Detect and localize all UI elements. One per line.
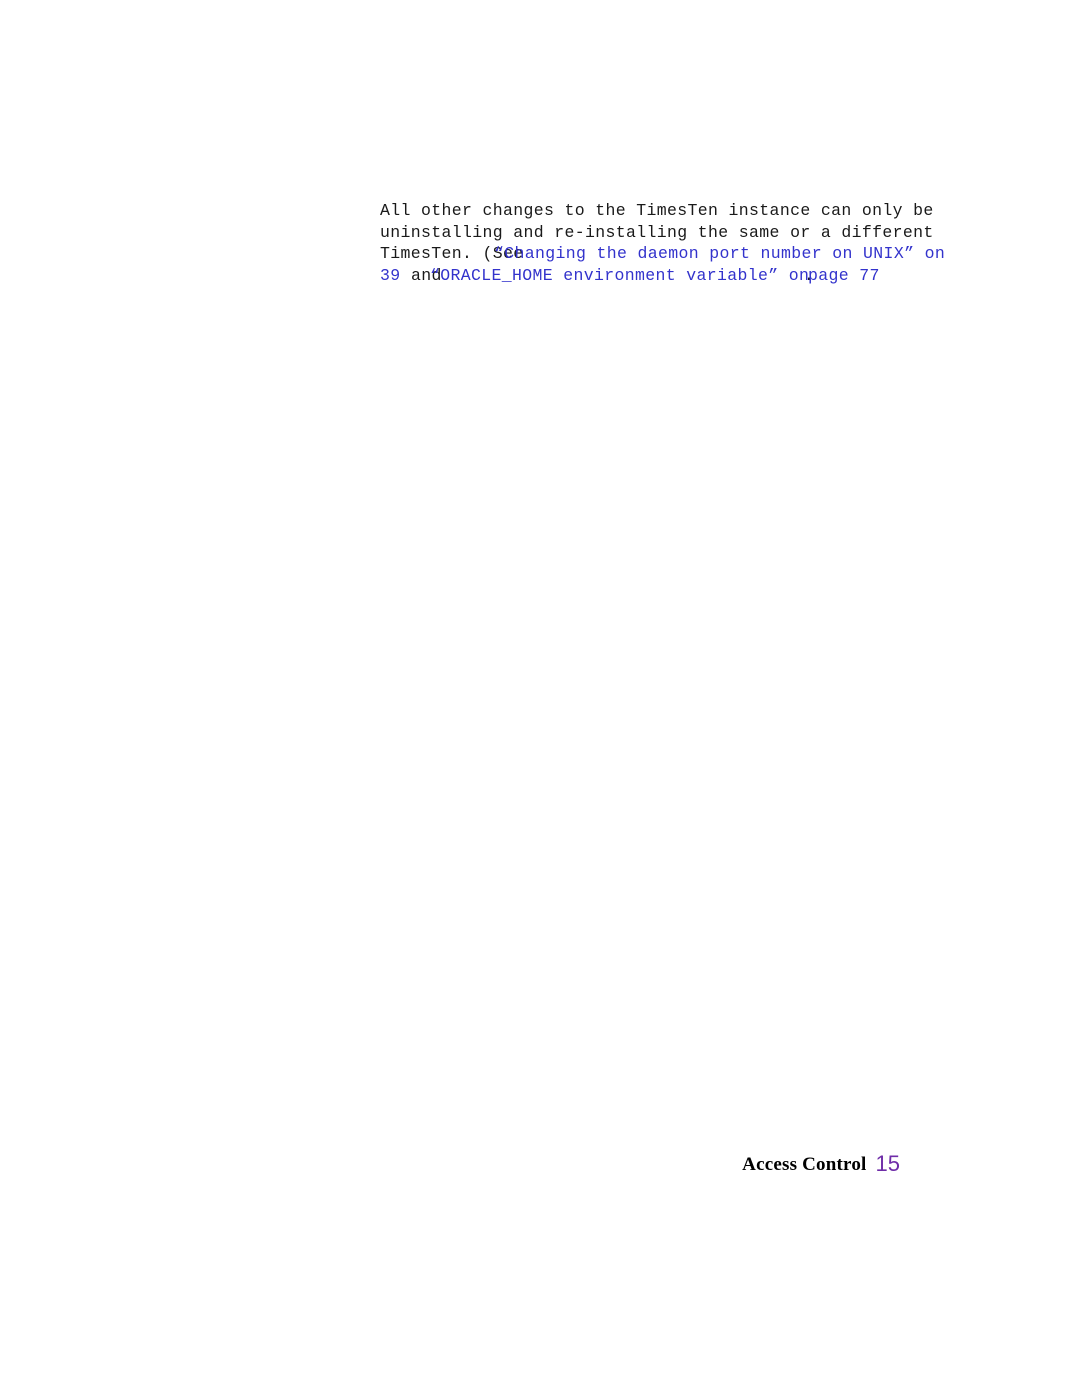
text-line-3: TimesTen. (See “Changing the daemon port…: [380, 243, 960, 265]
cross-reference-link[interactable]: “Changing the daemon port number on UNIX…: [494, 243, 945, 265]
body-text-run: All other changes to the TimesTen instan…: [380, 201, 934, 220]
body-paragraph: All other changes to the TimesTen instan…: [380, 200, 960, 286]
text-line-2: uninstalling and re-installing the same …: [380, 222, 960, 244]
document-page: All other changes to the TimesTen instan…: [0, 0, 1080, 1397]
footer-page-number: 15: [875, 1151, 900, 1176]
text-line-1: All other changes to the TimesTen instan…: [380, 200, 960, 222]
cross-reference-link[interactable]: “ORACLE_HOME environment variable” on: [430, 265, 809, 287]
page-footer: Access Control 15: [380, 1151, 900, 1177]
cross-reference-page-label[interactable]: page 77: [808, 265, 880, 287]
cross-reference-page-number[interactable]: 39: [380, 265, 401, 287]
body-text-run: uninstalling and re-installing the same …: [380, 222, 934, 242]
text-line-4: 39 and “ORACLE_HOME environment variable…: [380, 265, 960, 287]
footer-chapter-title: Access Control: [742, 1154, 867, 1175]
